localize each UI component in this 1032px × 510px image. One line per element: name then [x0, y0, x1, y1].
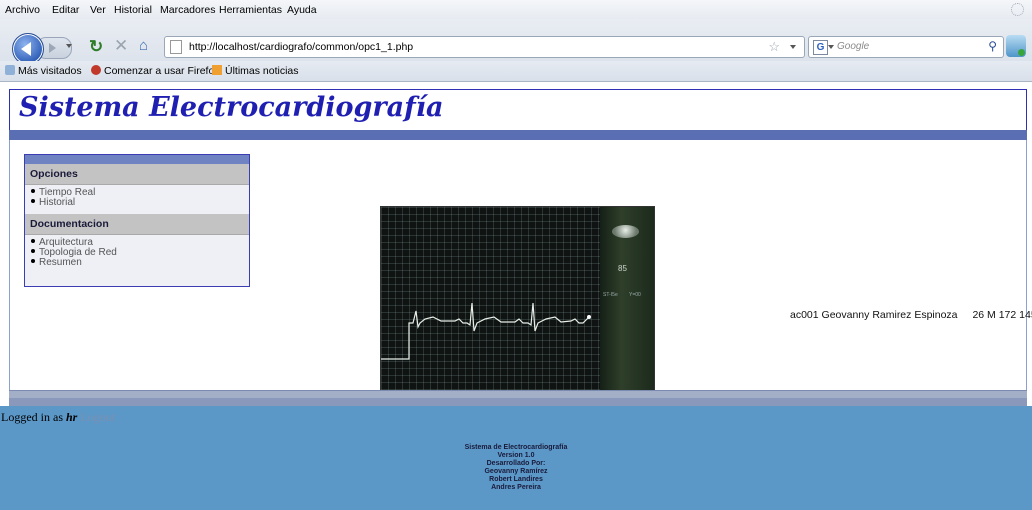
sidebar-menu: Opciones Tiempo Real Historial Documenta… — [24, 154, 250, 287]
bookmark-star-icon[interactable]: ☆ — [768, 39, 780, 55]
firefox-icon — [91, 65, 101, 75]
url-text[interactable]: http://localhost/cardiografo/common/opc1… — [189, 41, 413, 53]
menu-item-resumen[interactable]: Resumen — [31, 258, 249, 268]
patient-age: 26 — [972, 309, 985, 321]
search-bar[interactable]: G Google ⚲ — [808, 36, 1004, 58]
logged-in-label: Logged in as — [1, 410, 63, 424]
header-band — [9, 130, 1027, 140]
menu-list-documentacion: Arquitectura Topologia de Red Resumen — [25, 235, 249, 274]
forward-arrow-icon — [49, 43, 56, 53]
monitor-label-right: Y=00 — [629, 292, 641, 298]
menu-heading-documentacion: Documentacion — [25, 214, 249, 235]
bookmark-label: Comenzar a usar Firefox — [104, 65, 220, 77]
url-dropdown-icon[interactable] — [790, 45, 796, 49]
page-icon — [170, 40, 182, 54]
browser-menubar: Archivo Editar Ver Historial Marcadores … — [0, 0, 1032, 19]
patient-name: Geovanny Ramirez Espinoza — [821, 309, 958, 321]
patient-id: ac001 — [790, 309, 819, 321]
web-page: Sistema Electrocardiografía Opciones Tie… — [0, 86, 1032, 510]
patient-weight: 145 — [1019, 309, 1032, 321]
menu-top-bar — [25, 155, 249, 164]
bookmark-label: Más visitados — [18, 65, 82, 77]
menu-item-historial[interactable]: Historial — [31, 198, 249, 208]
username: hr — [66, 410, 78, 424]
bookmarks-toolbar: Más visitados Comenzar a usar Firefox Úl… — [0, 61, 1032, 82]
menu-marcadores[interactable]: Marcadores — [160, 4, 215, 16]
addon-icon[interactable] — [1006, 35, 1026, 57]
throbber-icon — [1011, 3, 1024, 16]
bookmark-firefox[interactable]: Comenzar a usar Firefox — [91, 65, 220, 77]
menu-heading-opciones: Opciones — [25, 164, 249, 185]
credit-line: Andres Pereira — [491, 484, 541, 491]
search-input[interactable]: Google — [837, 41, 869, 52]
menu-herramientas[interactable]: Herramientas — [219, 4, 282, 16]
history-dropdown-icon[interactable] — [66, 44, 72, 48]
menu-list-opciones: Tiempo Real Historial — [25, 185, 249, 214]
footer-band-dark — [9, 398, 1027, 406]
menu-ver[interactable]: Ver — [90, 4, 106, 16]
credit-line: Version 1.0 — [497, 452, 535, 459]
url-bar[interactable]: http://localhost/cardiografo/common/opc1… — [164, 36, 805, 58]
heart-rate-value: 85 — [618, 264, 627, 273]
login-status: Logged in as hr Logout — [1, 410, 115, 425]
main-content: Opciones Tiempo Real Historial Documenta… — [9, 140, 1032, 423]
site-title: Sistema Electrocardiografía — [19, 92, 444, 123]
credit-line: Geovanny Ramírez — [484, 468, 548, 475]
monitor-label-left: ST-I5e — [603, 292, 618, 298]
bookmark-mas-visitados[interactable]: Más visitados — [5, 65, 82, 77]
menu-archivo[interactable]: Archivo — [5, 4, 40, 16]
knob-icon — [612, 225, 639, 238]
home-icon[interactable]: ⌂ — [139, 37, 148, 54]
menu-ayuda[interactable]: Ayuda — [287, 4, 317, 16]
page-footer: Logged in as hr Logout Sistema de Electr… — [0, 406, 1032, 510]
patient-sex: M — [987, 309, 996, 321]
credit-line: Desarrollado Por: — [486, 460, 546, 467]
stop-icon[interactable]: ✕ — [114, 36, 128, 56]
bookmark-ultimas-noticias[interactable]: Últimas noticias — [212, 65, 299, 77]
google-icon[interactable]: G — [813, 40, 828, 55]
credit-line: Robert Landires — [489, 476, 543, 483]
menu-editar[interactable]: Editar — [52, 4, 79, 16]
credit-line: Sistema de Electrocardiografía — [464, 444, 568, 451]
credits: Sistema de Electrocardiografía Version 1… — [0, 444, 1032, 492]
site-header: Sistema Electrocardiografía — [9, 89, 1027, 131]
search-engine-dropdown-icon[interactable] — [828, 45, 834, 49]
bookmarks-icon — [5, 65, 15, 75]
logout-link[interactable]: Logout — [80, 410, 115, 424]
magnifier-icon[interactable]: ⚲ — [988, 39, 997, 53]
rss-icon — [212, 65, 222, 75]
reload-icon[interactable]: ↻ — [89, 37, 103, 57]
patient-info: ac001 Geovanny Ramirez Espinoza 26 M 172… — [790, 309, 1032, 321]
patient-height: 172 — [998, 309, 1017, 321]
bookmark-label: Últimas noticias — [225, 65, 299, 77]
menu-historial[interactable]: Historial — [114, 4, 152, 16]
